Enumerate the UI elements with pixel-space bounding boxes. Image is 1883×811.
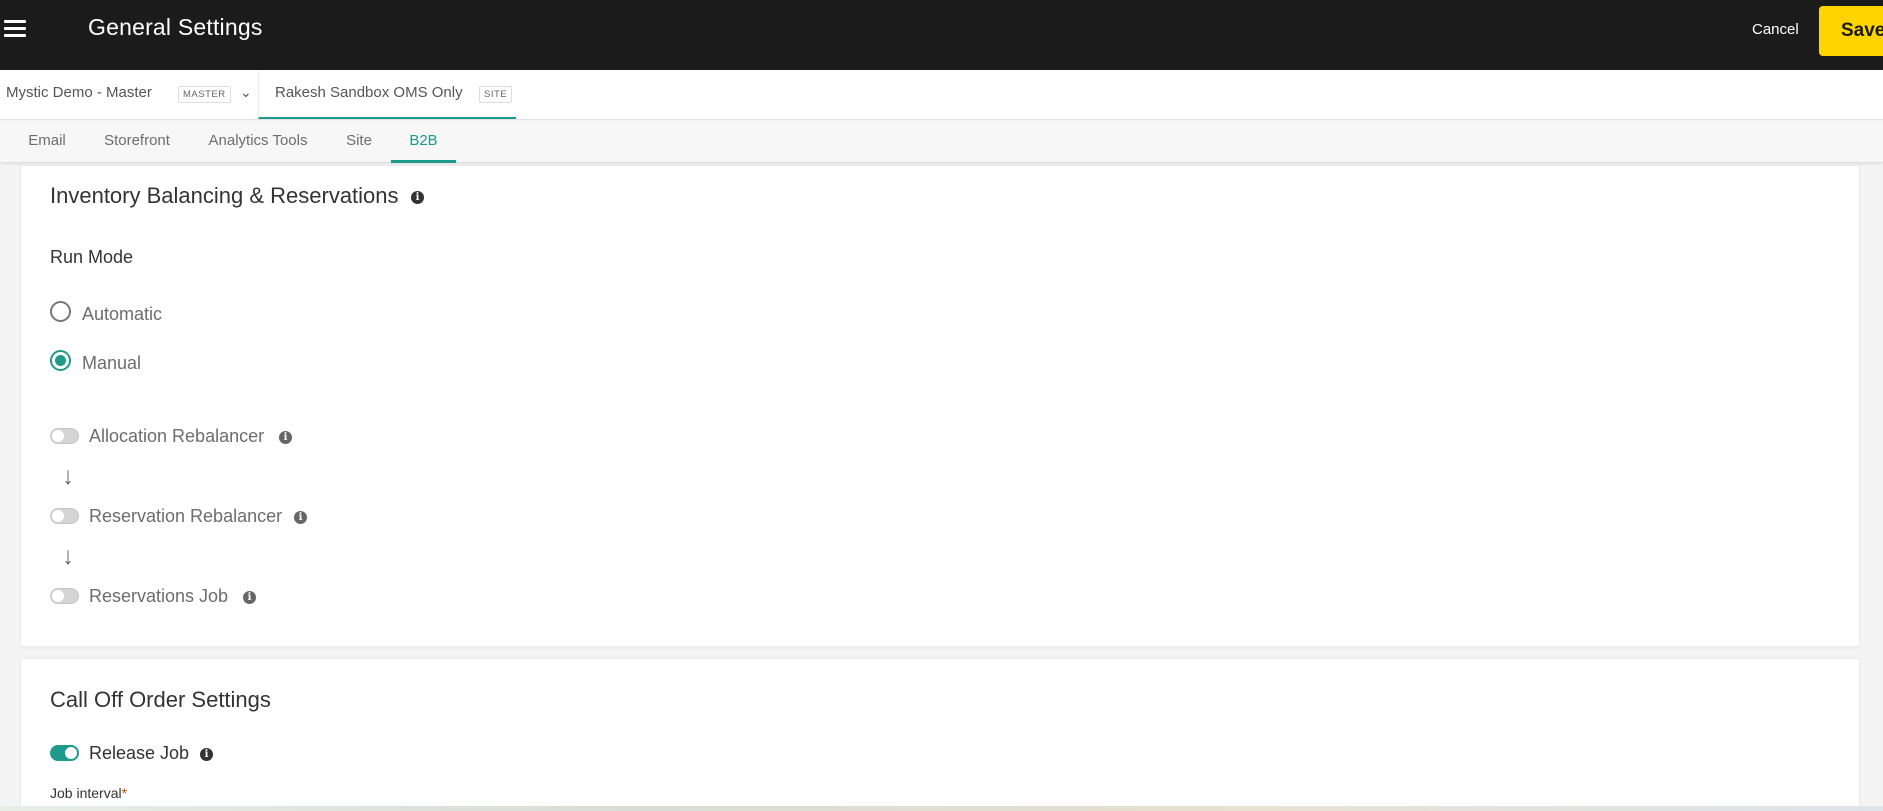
- settings-tabs: Email Storefront Analytics Tools Site B2…: [0, 121, 1883, 163]
- release-job-toggle[interactable]: [50, 745, 79, 761]
- context-bar: Mystic Demo - Master MASTER ⌄ Rakesh San…: [0, 70, 1883, 120]
- reservations-job-label: Reservations Job: [89, 586, 229, 606]
- master-catalog-selector[interactable]: Mystic Demo - Master MASTER ⌄: [0, 70, 258, 119]
- manual-radio-label[interactable]: Manual: [82, 353, 141, 374]
- reservations-job-toggle[interactable]: [50, 588, 79, 604]
- info-icon[interactable]: i: [294, 511, 307, 524]
- tab-analytics-tools[interactable]: Analytics Tools: [198, 121, 318, 163]
- release-job-label: Release Job: [89, 743, 190, 763]
- page-title: General Settings: [88, 14, 263, 40]
- tab-storefront[interactable]: Storefront: [92, 121, 182, 163]
- info-icon[interactable]: i: [200, 748, 213, 761]
- top-header: General Settings Cancel Save: [0, 0, 1883, 70]
- bottom-edge: [0, 806, 1883, 811]
- arrow-down-icon: ↓: [62, 463, 74, 490]
- chevron-down-icon[interactable]: ⌄: [240, 84, 252, 101]
- tab-email[interactable]: Email: [18, 121, 76, 163]
- call-off-section-title: Call Off Order Settings: [50, 687, 271, 712]
- inventory-section-title: Inventory Balancing & Reservations: [50, 183, 399, 208]
- save-button[interactable]: Save: [1819, 6, 1883, 56]
- cancel-button[interactable]: Cancel: [1752, 21, 1799, 38]
- tab-b2b[interactable]: B2B: [391, 121, 456, 163]
- arrow-down-icon: ↓: [62, 543, 74, 570]
- automatic-radio[interactable]: [50, 301, 71, 322]
- allocation-rebalancer-label: Allocation Rebalancer: [89, 426, 265, 446]
- reservation-rebalancer-label: Reservation Rebalancer: [89, 506, 283, 526]
- manual-radio[interactable]: [50, 350, 71, 371]
- site-badge: SITE: [479, 86, 513, 103]
- required-marker: *: [121, 785, 128, 801]
- job-interval-label: Job interval*: [50, 785, 128, 801]
- master-name: Mystic Demo - Master: [6, 84, 152, 101]
- hamburger-menu-icon[interactable]: [4, 20, 26, 38]
- inventory-balancing-card: Inventory Balancing & Reservations i Run…: [20, 165, 1860, 647]
- reservation-rebalancer-toggle[interactable]: [50, 508, 79, 524]
- master-badge: MASTER: [178, 86, 231, 103]
- info-icon[interactable]: i: [279, 431, 292, 444]
- info-icon[interactable]: i: [411, 191, 424, 204]
- run-mode-label: Run Mode: [50, 247, 134, 267]
- site-selector[interactable]: Rakesh Sandbox OMS Only SITE: [258, 70, 516, 119]
- allocation-rebalancer-toggle[interactable]: [50, 428, 79, 444]
- site-name: Rakesh Sandbox OMS Only: [275, 84, 463, 101]
- tab-site[interactable]: Site: [334, 121, 384, 163]
- call-off-order-card: Call Off Order Settings Release Job i Jo…: [20, 658, 1860, 811]
- info-icon[interactable]: i: [243, 591, 256, 604]
- automatic-radio-label[interactable]: Automatic: [82, 304, 162, 325]
